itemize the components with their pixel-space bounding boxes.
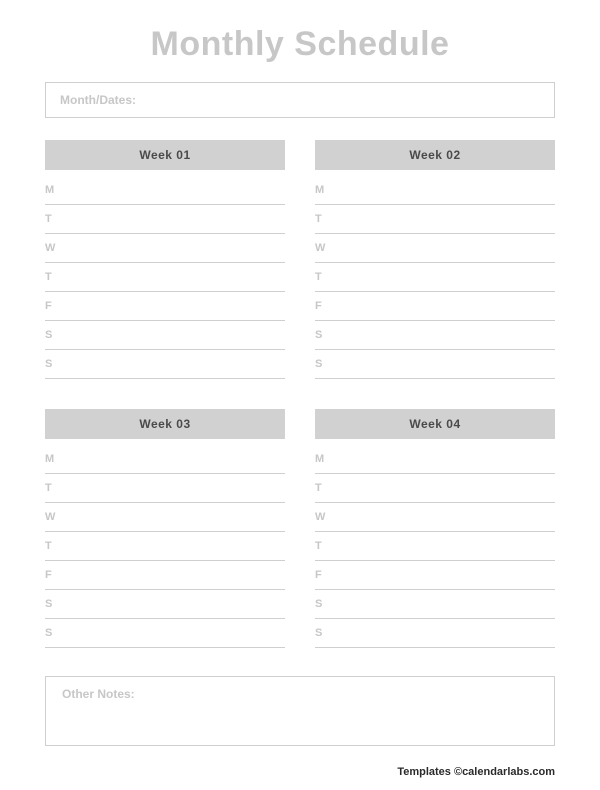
day-label: T	[45, 213, 65, 225]
weeks-grid: Week 01 M T W T F S S Week 02 M T W T F …	[45, 140, 555, 648]
day-label: W	[315, 511, 335, 523]
day-row-wed[interactable]: W	[315, 503, 555, 532]
day-label: S	[45, 329, 65, 341]
week-header: Week 02	[315, 140, 555, 170]
day-row-tue[interactable]: T	[315, 205, 555, 234]
day-row-sun[interactable]: S	[315, 350, 555, 379]
day-row-mon[interactable]: M	[315, 176, 555, 205]
day-row-sun[interactable]: S	[45, 619, 285, 648]
day-label: S	[45, 627, 65, 639]
day-row-tue[interactable]: T	[315, 474, 555, 503]
day-label: T	[315, 271, 335, 283]
day-label: W	[45, 511, 65, 523]
day-row-thu[interactable]: T	[45, 263, 285, 292]
day-label: T	[315, 482, 335, 494]
week-header: Week 04	[315, 409, 555, 439]
day-label: M	[45, 184, 65, 196]
day-label: T	[45, 271, 65, 283]
day-row-sun[interactable]: S	[45, 350, 285, 379]
day-label: F	[45, 569, 65, 581]
day-label: S	[315, 627, 335, 639]
day-label: T	[315, 213, 335, 225]
day-row-fri[interactable]: F	[315, 561, 555, 590]
day-label: S	[45, 358, 65, 370]
day-row-fri[interactable]: F	[45, 292, 285, 321]
day-label: F	[315, 300, 335, 312]
day-row-mon[interactable]: M	[45, 176, 285, 205]
day-label: S	[315, 358, 335, 370]
day-row-mon[interactable]: M	[315, 445, 555, 474]
day-row-sat[interactable]: S	[315, 590, 555, 619]
day-row-thu[interactable]: T	[315, 532, 555, 561]
day-row-fri[interactable]: F	[45, 561, 285, 590]
day-row-wed[interactable]: W	[45, 234, 285, 263]
day-label: S	[315, 598, 335, 610]
week-header: Week 03	[45, 409, 285, 439]
day-row-sat[interactable]: S	[45, 321, 285, 350]
day-label: T	[45, 482, 65, 494]
week-block-03: Week 03 M T W T F S S	[45, 409, 285, 648]
day-label: F	[315, 569, 335, 581]
day-row-sat[interactable]: S	[315, 321, 555, 350]
month-dates-field[interactable]: Month/Dates:	[45, 82, 555, 118]
week-block-04: Week 04 M T W T F S S	[315, 409, 555, 648]
week-block-02: Week 02 M T W T F S S	[315, 140, 555, 379]
day-label: M	[45, 453, 65, 465]
day-label: T	[315, 540, 335, 552]
day-label: W	[45, 242, 65, 254]
day-label: W	[315, 242, 335, 254]
day-row-wed[interactable]: W	[315, 234, 555, 263]
page-title: Monthly Schedule	[45, 25, 555, 64]
footer-credit: Templates ©calendarlabs.com	[397, 766, 555, 778]
day-label: M	[315, 453, 335, 465]
day-label: S	[315, 329, 335, 341]
day-row-thu[interactable]: T	[45, 532, 285, 561]
day-label: T	[45, 540, 65, 552]
week-header: Week 01	[45, 140, 285, 170]
day-label: M	[315, 184, 335, 196]
day-row-thu[interactable]: T	[315, 263, 555, 292]
other-notes-field[interactable]: Other Notes:	[45, 676, 555, 746]
week-block-01: Week 01 M T W T F S S	[45, 140, 285, 379]
day-label: S	[45, 598, 65, 610]
day-row-sat[interactable]: S	[45, 590, 285, 619]
day-row-wed[interactable]: W	[45, 503, 285, 532]
day-row-fri[interactable]: F	[315, 292, 555, 321]
day-row-sun[interactable]: S	[315, 619, 555, 648]
day-row-mon[interactable]: M	[45, 445, 285, 474]
day-row-tue[interactable]: T	[45, 474, 285, 503]
day-row-tue[interactable]: T	[45, 205, 285, 234]
day-label: F	[45, 300, 65, 312]
